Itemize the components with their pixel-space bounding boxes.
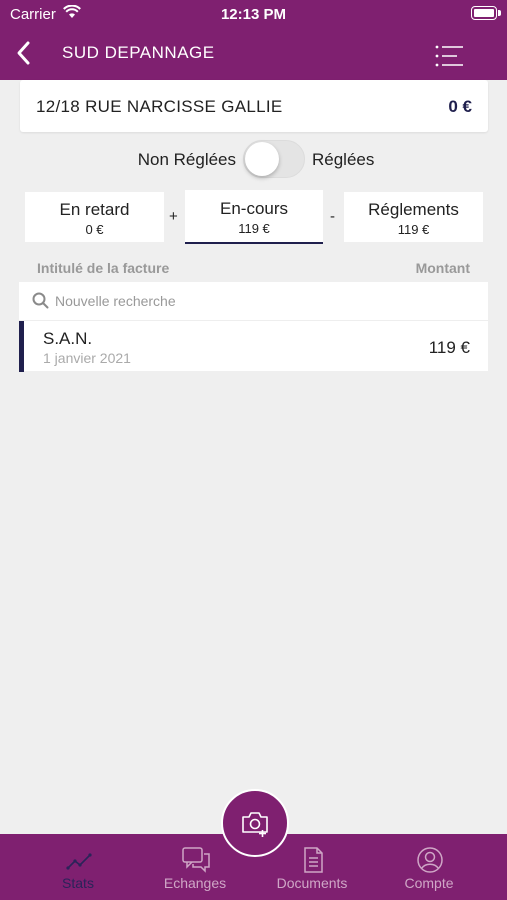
tab-echanges-label: Echanges (163, 875, 227, 891)
address-text: 12/18 RUE NARCISSE GALLIE (36, 97, 283, 116)
add-photo-button[interactable] (221, 789, 289, 857)
column-invoice-title: Intitulé de la facture (37, 260, 170, 276)
search-input[interactable] (55, 290, 475, 312)
invoice-row[interactable]: S.A.N. 1 janvier 2021 119 € (19, 320, 488, 372)
search-bar (19, 282, 488, 320)
tab-compte[interactable]: Compte (369, 834, 489, 900)
search-icon (32, 292, 49, 309)
stats-icon (65, 846, 93, 874)
current-summary-tab[interactable]: En-cours 119 € (185, 190, 323, 244)
account-icon (416, 846, 444, 874)
invoice-column-headers: Intitulé de la facture Montant (0, 258, 507, 278)
invoice-date: 1 janvier 2021 (43, 350, 131, 366)
payments-label: Réglements (368, 200, 459, 219)
row-accent-bar (19, 321, 24, 372)
back-arrow-icon[interactable] (12, 40, 38, 66)
tab-documents-label: Documents (276, 875, 348, 891)
plus-operator: + (169, 208, 178, 225)
address-balance: 0 € (448, 97, 472, 116)
paid-label: Réglées (312, 150, 375, 169)
battery-icon (471, 6, 501, 20)
late-label: En retard (59, 200, 130, 219)
late-value: 0 € (85, 222, 104, 237)
current-label: En-cours (219, 199, 289, 218)
paid-filter-toggle-row: Non Réglées Réglées (0, 140, 507, 180)
invoice-amount: 119 € (428, 338, 470, 357)
clock: 12:13 PM (220, 6, 287, 23)
paid-toggle-switch[interactable] (243, 140, 305, 178)
column-amount: Montant (415, 260, 470, 276)
tab-compte-label: Compte (404, 875, 454, 891)
unpaid-label: Non Réglées (137, 150, 236, 169)
minus-operator: - (330, 208, 335, 225)
current-value: 119 € (238, 221, 270, 236)
navigation-bar: SUD DEPANNAGE (0, 28, 507, 80)
invoice-name: S.A.N. (43, 329, 93, 348)
payments-summary-tab[interactable]: Réglements 119 € (344, 192, 483, 242)
tab-stats[interactable]: Stats (18, 834, 138, 900)
late-summary-tab[interactable]: En retard 0 € (25, 192, 164, 242)
camera-add-icon (242, 812, 268, 837)
page-title: SUD DEPANNAGE (62, 43, 215, 62)
chat-icon (182, 846, 210, 874)
list-menu-icon[interactable] (435, 44, 469, 68)
document-icon (299, 846, 327, 874)
tab-stats-label: Stats (62, 875, 94, 891)
toggle-knob (245, 142, 279, 176)
payments-value: 119 € (397, 222, 430, 237)
address-card[interactable]: 12/18 RUE NARCISSE GALLIE 0 € (20, 80, 488, 132)
status-bar: Carrier 12:13 PM (0, 0, 507, 28)
